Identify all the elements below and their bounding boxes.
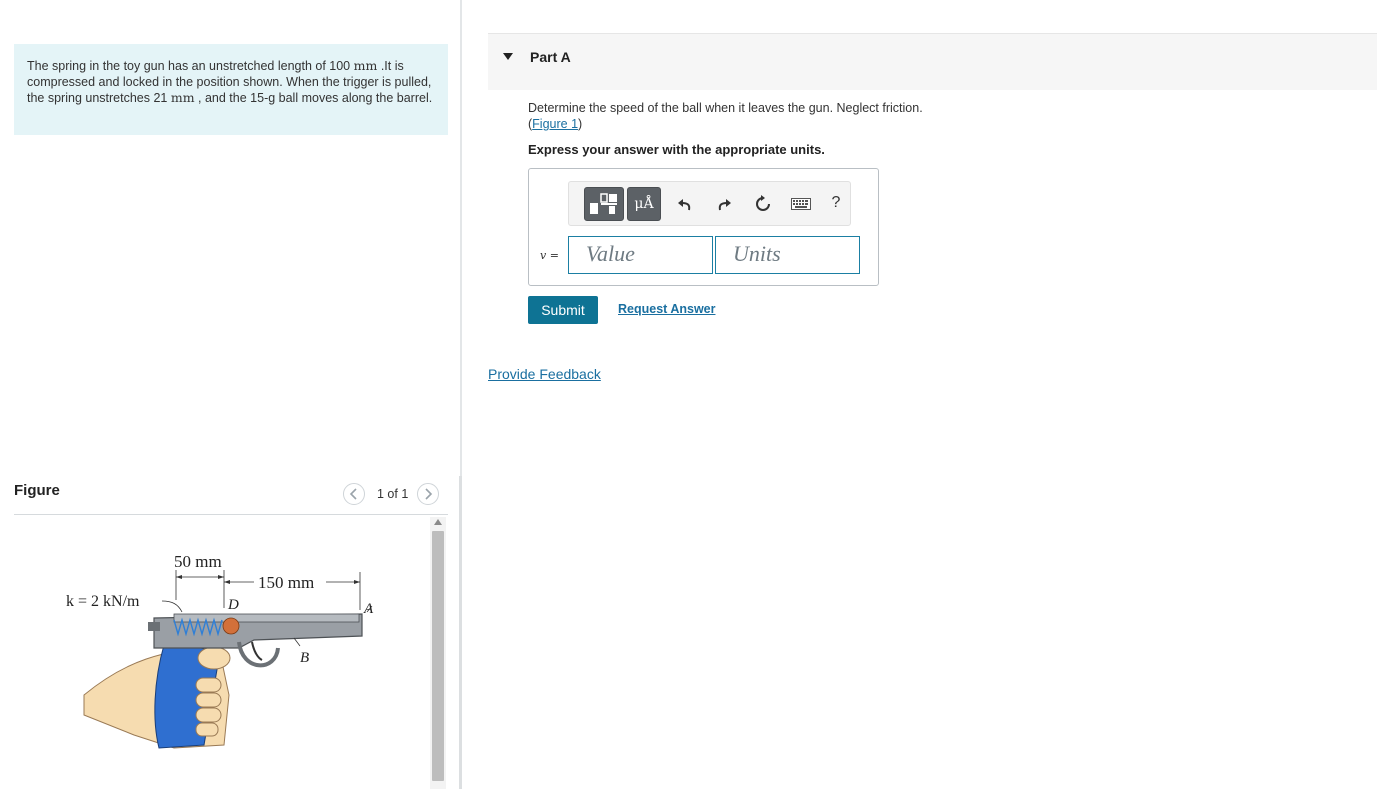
- point-b-label: B: [300, 650, 309, 666]
- point-d-label: D: [227, 597, 239, 613]
- scroll-up-arrow-icon[interactable]: [434, 519, 442, 525]
- undo-icon[interactable]: [673, 194, 697, 214]
- figure-link-close: ): [578, 117, 583, 131]
- figure-page-count: 1 of 1: [377, 487, 409, 501]
- scroll-thumb[interactable]: [432, 531, 444, 781]
- chevron-right-icon[interactable]: [417, 483, 440, 505]
- help-icon: ?: [831, 194, 841, 211]
- math-toolbar: μÅ ?: [568, 181, 851, 226]
- ball: [222, 617, 240, 635]
- request-answer-link[interactable]: Request Answer: [618, 302, 715, 316]
- figure-heading: Figure: [14, 482, 60, 499]
- problem-unit-2: mm: [170, 90, 195, 105]
- figure-link-line: (Figure 1): [528, 116, 923, 132]
- answer-box: μÅ ? v = Value Units: [528, 168, 879, 286]
- provide-feedback-link[interactable]: Provide Feedback: [488, 366, 601, 382]
- keyboard-icon[interactable]: [789, 196, 813, 212]
- left-panel: The spring in the toy gun has an unstret…: [0, 0, 461, 789]
- figure-link[interactable]: Figure 1: [532, 117, 578, 131]
- chevron-left-icon[interactable]: [343, 483, 365, 505]
- part-title: Part A: [530, 49, 571, 65]
- symbols-button[interactable]: μÅ: [627, 187, 661, 221]
- answer-instruction: Express your answer with the appropriate…: [528, 142, 825, 157]
- dim-50-label: 50 mm: [174, 552, 222, 571]
- problem-text-3: , and the 15-g ball moves along the barr…: [194, 91, 433, 105]
- problem-unit-1: mm: [353, 58, 378, 73]
- column-divider-lower: [459, 476, 462, 789]
- redo-icon[interactable]: [712, 194, 736, 214]
- units-input[interactable]: Units: [715, 236, 860, 274]
- question-text: Determine the speed of the ball when it …: [528, 100, 923, 132]
- spring-constant-label: k = 2 kN/m: [66, 593, 140, 610]
- toy-gun-figure: 50 mm 150 mm k = 2 kN/m D A B: [66, 552, 374, 749]
- part-a-header[interactable]: Part A: [488, 33, 1377, 90]
- templates-icon[interactable]: [584, 187, 624, 221]
- collapse-caret-icon[interactable]: [503, 53, 513, 60]
- dim-150-label: 150 mm: [258, 573, 314, 592]
- problem-text-1: The spring in the toy gun has an unstret…: [27, 59, 354, 73]
- question-line: Determine the speed of the ball when it …: [528, 101, 923, 115]
- symbols-label: μÅ: [634, 196, 654, 212]
- point-a-label: A: [363, 601, 374, 617]
- variable-label: v =: [540, 249, 559, 262]
- figure-divider: [14, 514, 448, 515]
- problem-statement: The spring in the toy gun has an unstret…: [14, 44, 448, 135]
- reset-icon[interactable]: [751, 193, 775, 215]
- figure-pager: 1 of 1: [343, 483, 440, 505]
- value-input[interactable]: Value: [568, 236, 713, 274]
- submit-button[interactable]: Submit: [528, 296, 598, 324]
- help-button[interactable]: ?: [827, 192, 845, 214]
